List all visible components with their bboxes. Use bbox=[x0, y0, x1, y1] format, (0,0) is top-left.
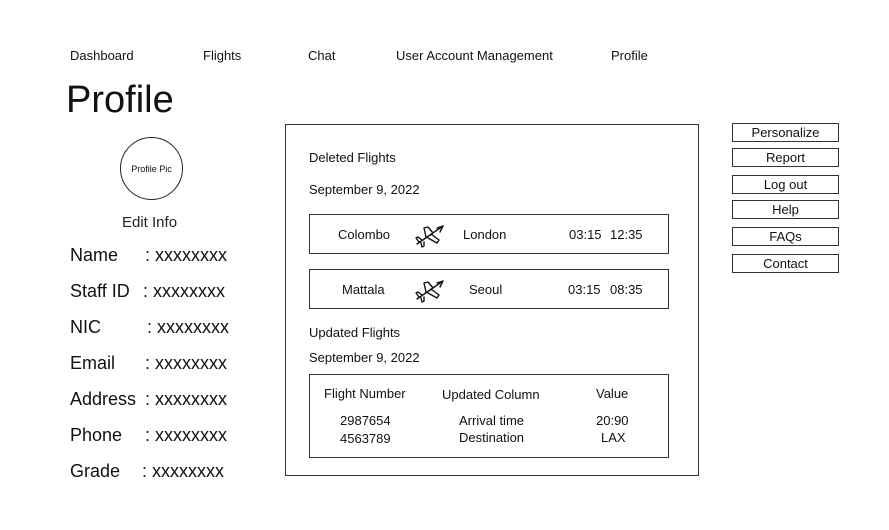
deleted-flight-card[interactable]: Colombo London 03:15 12:35 bbox=[309, 214, 669, 254]
flight-origin: Mattala bbox=[342, 282, 385, 297]
deleted-flights-date: September 9, 2022 bbox=[309, 182, 420, 197]
table-cell-flight-number: 2987654 bbox=[340, 413, 391, 428]
nav-user-account-management[interactable]: User Account Management bbox=[396, 48, 553, 63]
flight-departure-time: 03:15 bbox=[568, 282, 601, 297]
flight-arrival-time: 12:35 bbox=[610, 227, 643, 242]
deleted-flights-heading: Deleted Flights bbox=[309, 150, 396, 165]
info-value: : xxxxxxxx bbox=[145, 389, 228, 409]
nav-profile[interactable]: Profile bbox=[611, 48, 648, 63]
info-label: Grade bbox=[70, 461, 121, 481]
info-label: Phone bbox=[70, 425, 123, 445]
info-value: : xxxxxxxx bbox=[147, 317, 230, 337]
nav-chat[interactable]: Chat bbox=[308, 48, 335, 63]
updated-flights-heading: Updated Flights bbox=[309, 325, 401, 340]
updated-flights-date: September 9, 2022 bbox=[309, 350, 420, 365]
personalize-button[interactable]: Personalize bbox=[732, 123, 839, 142]
deleted-flight-card[interactable]: Mattala Seoul 03:15 08:35 bbox=[309, 269, 669, 309]
edit-info-link[interactable]: Edit Info bbox=[122, 214, 177, 231]
info-value: : xxxxxxxx bbox=[143, 281, 226, 301]
info-value: : xxxxxxxx bbox=[145, 353, 228, 373]
table-cell-updated-column: Destination bbox=[459, 430, 525, 445]
avatar[interactable]: Profile Pic bbox=[120, 137, 183, 200]
logout-button[interactable]: Log out bbox=[732, 175, 839, 194]
faqs-button[interactable]: FAQs bbox=[732, 227, 839, 246]
airplane-icon bbox=[415, 280, 444, 303]
table-cell-value: LAX bbox=[601, 430, 626, 445]
flight-origin: Colombo bbox=[338, 227, 391, 242]
table-cell-value: 20:90 bbox=[596, 413, 629, 428]
table-cell-updated-column: Arrival time bbox=[459, 413, 525, 428]
flights-panel: Deleted Flights September 9, 2022 Colomb… bbox=[285, 124, 699, 476]
page-title: Profile bbox=[66, 79, 174, 121]
info-label: NIC bbox=[70, 317, 101, 337]
flight-destination: Seoul bbox=[469, 282, 503, 297]
nav-dashboard[interactable]: Dashboard bbox=[70, 48, 134, 63]
info-value: : xxxxxxxx bbox=[145, 245, 228, 265]
flight-destination: London bbox=[463, 227, 507, 242]
table-header-flight-number: Flight Number bbox=[324, 386, 406, 401]
table-header-updated-column: Updated Column bbox=[442, 387, 540, 402]
airplane-icon bbox=[415, 225, 444, 248]
flight-arrival-time: 08:35 bbox=[610, 282, 643, 297]
info-label: Staff ID bbox=[70, 281, 130, 301]
help-button[interactable]: Help bbox=[732, 200, 839, 219]
avatar-label: Profile Pic bbox=[131, 163, 172, 174]
info-value: : xxxxxxxx bbox=[145, 425, 228, 445]
info-label: Address bbox=[70, 389, 137, 409]
nav-flights[interactable]: Flights bbox=[203, 48, 241, 63]
info-value: : xxxxxxxx bbox=[142, 461, 225, 481]
report-button[interactable]: Report bbox=[732, 148, 839, 167]
contact-button[interactable]: Contact bbox=[732, 254, 839, 273]
info-label: Email bbox=[70, 353, 116, 373]
table-header-value: Value bbox=[596, 386, 629, 401]
table-cell-flight-number: 4563789 bbox=[340, 431, 391, 446]
flight-departure-time: 03:15 bbox=[569, 227, 602, 242]
info-label: Name bbox=[70, 245, 119, 265]
updated-flights-table: Flight Number Updated Column Value 29876… bbox=[309, 374, 669, 458]
